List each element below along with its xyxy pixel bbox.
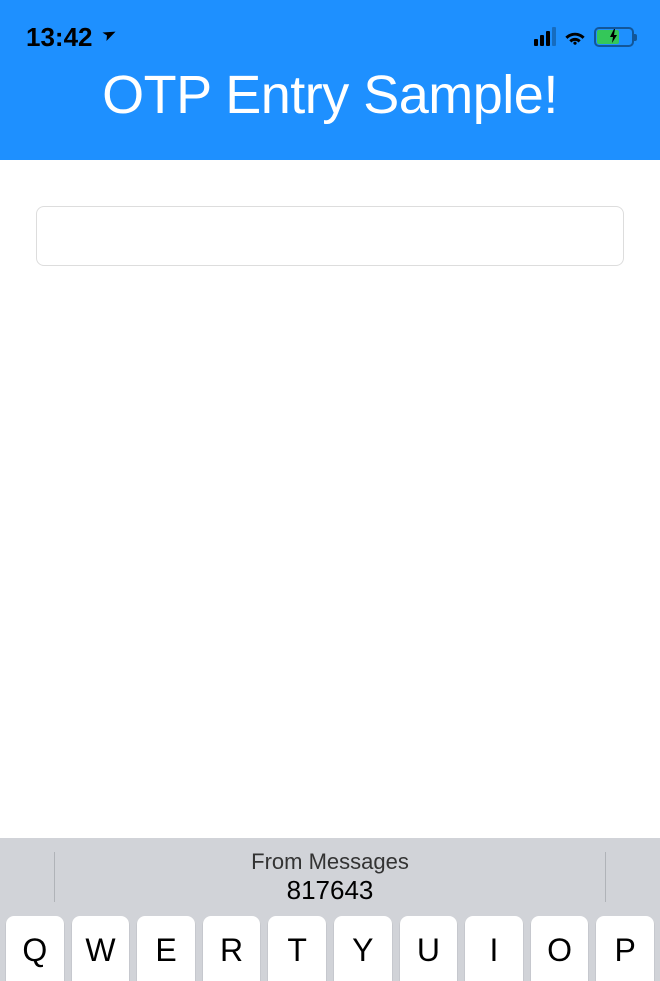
key-p[interactable]: P [596, 916, 654, 981]
key-w[interactable]: W [72, 916, 130, 981]
keyboard-area: From Messages 817643 Q W E R T Y U I O P [0, 838, 660, 981]
battery-icon [594, 27, 634, 47]
content-area [0, 160, 660, 838]
key-u[interactable]: U [400, 916, 458, 981]
status-time-group: 13:42 [26, 22, 115, 53]
autofill-code-value: 817643 [287, 875, 374, 906]
status-bar: 13:42 [0, 0, 660, 56]
key-y[interactable]: Y [334, 916, 392, 981]
wifi-icon [564, 28, 586, 46]
autofill-left-spacer [0, 848, 54, 906]
app-header: 13:42 OTP Entry S [0, 0, 660, 160]
autofill-source-label: From Messages [251, 849, 409, 875]
autofill-right-spacer [606, 848, 660, 906]
page-title: OTP Entry Sample! [0, 56, 660, 126]
status-time: 13:42 [26, 22, 93, 53]
key-i[interactable]: I [465, 916, 523, 981]
autofill-suggestion-bar: From Messages 817643 [0, 838, 660, 916]
key-r[interactable]: R [203, 916, 261, 981]
key-q[interactable]: Q [6, 916, 64, 981]
autofill-suggestion[interactable]: From Messages 817643 [55, 848, 605, 906]
key-o[interactable]: O [531, 916, 589, 981]
key-t[interactable]: T [268, 916, 326, 981]
battery-charging-icon [609, 29, 619, 45]
status-right-group [534, 27, 634, 47]
key-e[interactable]: E [137, 916, 195, 981]
location-icon [95, 23, 118, 50]
cellular-icon [534, 28, 556, 46]
keyboard-row-1: Q W E R T Y U I O P [0, 916, 660, 981]
otp-input[interactable] [36, 206, 624, 266]
